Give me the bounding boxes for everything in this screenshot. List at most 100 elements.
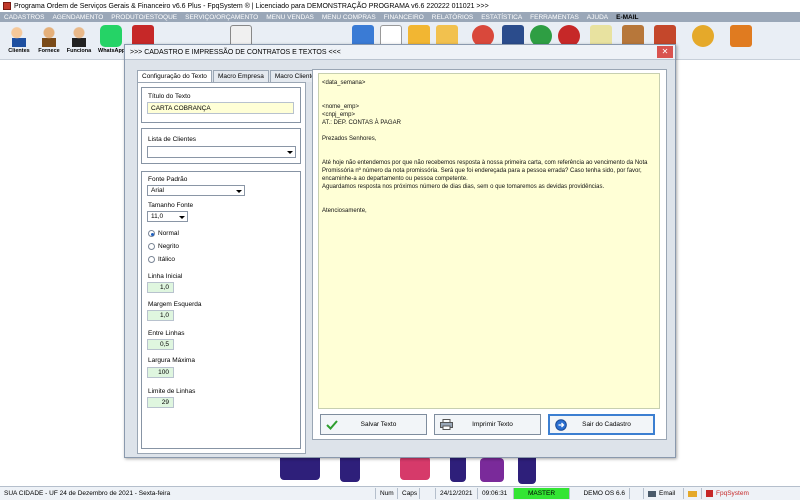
- dialog-title: >>> CADASTRO E IMPRESSÃO DE CONTRATOS E …: [130, 48, 341, 56]
- menu-cadastros[interactable]: CADASTROS: [0, 14, 48, 21]
- left-margin-input[interactable]: 1,0: [147, 310, 174, 321]
- tab-configuracao-texto[interactable]: Configuração do Texto: [137, 70, 212, 82]
- menu-produto-estoque[interactable]: PRODUTO/ESTOQUE: [107, 14, 181, 21]
- style-italic-radio[interactable]: Itálico: [148, 256, 175, 263]
- tab-macro-empresa[interactable]: Macro Empresa: [212, 70, 269, 82]
- status-email-label: Email: [659, 490, 676, 497]
- radio-selected-icon: [148, 230, 155, 237]
- menu-ajuda[interactable]: AJUDA: [583, 14, 612, 21]
- exit-arrow-icon: [554, 418, 568, 431]
- menu-servico-orcamento[interactable]: SERVIÇO/ORÇAMENTO: [181, 14, 262, 21]
- menu-email[interactable]: E-MAIL: [612, 14, 642, 21]
- editor-line: Atenciosamente,: [322, 208, 367, 214]
- style-bold-label: Negrito: [158, 243, 179, 250]
- menu-relatorios[interactable]: RELATÓRIOS: [428, 14, 477, 21]
- print-text-button[interactable]: Imprimir Texto: [434, 414, 541, 435]
- chevron-down-icon: [287, 151, 293, 154]
- editor-line: <data_semana>: [322, 80, 366, 86]
- max-width-input[interactable]: 100: [147, 367, 174, 378]
- status-brand: FpqSystem: [702, 488, 754, 499]
- title-input[interactable]: CARTA COBRANÇA: [147, 102, 294, 114]
- exit-door-icon: [730, 25, 752, 47]
- whatsapp-icon: [100, 25, 122, 47]
- status-mode-badge: MASTER: [514, 488, 570, 499]
- toolbar-fornece-label: Fornece: [38, 48, 60, 54]
- status-folder-icon[interactable]: [684, 488, 702, 499]
- suppliers-icon: [38, 25, 60, 47]
- editor-line: Prezados Senhores,: [322, 136, 377, 142]
- title-label: Título do Texto: [148, 93, 191, 100]
- start-line-input[interactable]: 1,0: [147, 282, 174, 293]
- clients-list-label: Lista de Clientes: [148, 136, 197, 143]
- style-normal-label: Normal: [158, 230, 179, 237]
- toolbar-whatsapp-label: WhatsApp: [98, 48, 126, 54]
- toolbar-coins-button[interactable]: [690, 25, 716, 57]
- mail-icon: [648, 490, 656, 497]
- save-text-button[interactable]: Salvar Texto: [320, 414, 427, 435]
- status-date: 24/12/2021: [436, 488, 478, 499]
- main-menu: CADASTROS AGENDAMENTO PRODUTO/ESTOQUE SE…: [0, 12, 800, 22]
- coins-icon: [692, 25, 714, 47]
- clients-icon: [8, 25, 30, 47]
- status-num: Num: [376, 488, 398, 499]
- app-icon: [3, 2, 11, 10]
- menu-compras[interactable]: MENU COMPRAS: [318, 14, 380, 21]
- chevron-down-icon: [236, 189, 242, 193]
- app-title: Programa Ordem de Serviços Gerais & Fina…: [14, 2, 489, 10]
- editor-line: AT.: DEP. CONTAS À PAGAR: [322, 120, 401, 126]
- menu-financeiro[interactable]: FINANCEIRO: [380, 14, 428, 21]
- brand-icon: [706, 490, 713, 497]
- app-titlebar: Programa Ordem de Serviços Gerais & Fina…: [0, 0, 800, 12]
- dialog-tabs: Configuração do Texto Macro Empresa Macr…: [137, 70, 321, 82]
- line-limit-label: Limite de Linhas: [148, 388, 196, 395]
- toolbar-exit-button[interactable]: [728, 25, 754, 57]
- status-spacer: [630, 488, 644, 499]
- style-bold-radio[interactable]: Negrito: [148, 243, 179, 250]
- toolbar-funciona-label: Funciona: [66, 48, 92, 54]
- style-normal-radio[interactable]: Normal: [148, 230, 179, 237]
- style-italic-label: Itálico: [158, 256, 175, 263]
- status-blank: [420, 488, 436, 499]
- font-select[interactable]: Arial: [147, 185, 245, 196]
- save-text-label: Salvar Texto: [360, 421, 397, 428]
- dialog-titlebar: >>> CADASTRO E IMPRESSÃO DE CONTRATOS E …: [125, 45, 675, 60]
- status-bar: SUA CIDADE - UF 24 de Dezembro de 2021 -…: [0, 486, 800, 500]
- line-limit-input[interactable]: 29: [147, 397, 174, 408]
- start-line-label: Linha Inicial: [148, 273, 183, 280]
- dialog-close-button[interactable]: ✕: [657, 46, 673, 58]
- text-editor[interactable]: <data_semana> <nome_emp> <cnpj_emp> AT.: DE…: [318, 73, 660, 409]
- editor-line: <cnpj_emp>: [322, 112, 356, 118]
- radio-icon: [148, 256, 155, 263]
- menu-agendamento[interactable]: AGENDAMENTO: [48, 14, 107, 21]
- max-width-label: Largura Máxima: [148, 357, 195, 364]
- font-size-select[interactable]: 11,0: [147, 211, 188, 222]
- checkmark-icon: [325, 419, 339, 431]
- status-email[interactable]: Email: [644, 488, 684, 499]
- toolbar-funciona-button[interactable]: Funciona: [66, 25, 92, 57]
- editor-line: <nome_emp>: [322, 104, 360, 110]
- exit-dialog-button[interactable]: Sair do Cadastro: [548, 414, 655, 435]
- status-time: 09:06:31: [478, 488, 514, 499]
- menu-vendas[interactable]: MENU VENDAS: [262, 14, 318, 21]
- menu-ferramentas[interactable]: FERRAMENTAS: [526, 14, 583, 21]
- editor-line: Promissória nº número da nota promissóri…: [322, 168, 642, 174]
- line-spacing-input[interactable]: 0,5: [147, 339, 174, 350]
- toolbar-clientes-label: Clientes: [8, 48, 30, 54]
- editor-line: encaminhe-a ao departamento ou pessoa co…: [322, 176, 468, 182]
- editor-line: Aguardamos resposta nos próximos número …: [322, 184, 605, 190]
- print-text-label: Imprimir Texto: [472, 421, 513, 428]
- exit-dialog-label: Sair do Cadastro: [582, 421, 631, 428]
- clients-list-select[interactable]: [147, 146, 296, 158]
- toolbar-clientes-button[interactable]: Clientes: [6, 25, 32, 57]
- menu-estatistica[interactable]: ESTATÍSTICA: [477, 14, 526, 21]
- toolbar-whatsapp-button[interactable]: WhatsApp: [98, 25, 126, 57]
- font-size-label: Tamanho Fonte: [148, 202, 194, 209]
- toolbar-fornece-button[interactable]: Fornece: [36, 25, 62, 57]
- printer-icon: [439, 419, 453, 431]
